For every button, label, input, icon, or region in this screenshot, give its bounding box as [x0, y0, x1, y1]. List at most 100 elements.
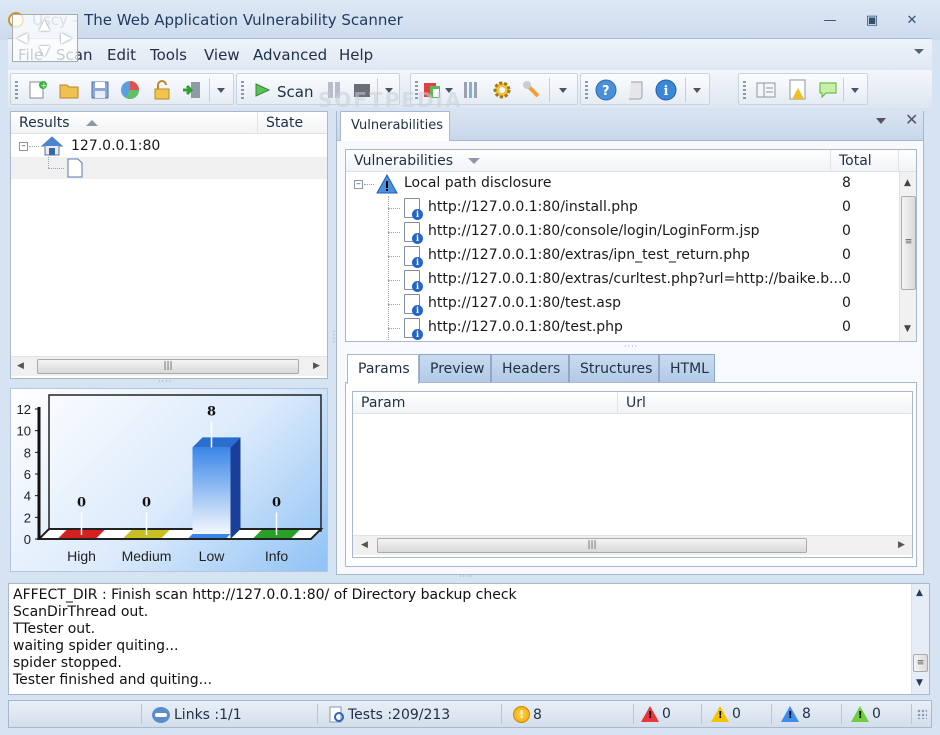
tab-structures[interactable]: Structures: [569, 354, 659, 383]
toolbar-overflow-dropdown[interactable]: [693, 88, 701, 93]
about-button[interactable]: i: [655, 79, 677, 101]
tree-node-document[interactable]: [11, 157, 327, 179]
script-icon: [629, 81, 643, 100]
vulnerability-url-row[interactable]: i http://127.0.0.1:80/test.asp 0: [346, 292, 900, 316]
total-column-header[interactable]: Total: [830, 150, 898, 172]
plugins-dropdown[interactable]: [445, 88, 453, 93]
menu-overflow-icon[interactable]: [914, 49, 924, 54]
toolbar-overflow-dropdown[interactable]: [385, 88, 393, 93]
scroll-down-icon[interactable]: ▼: [916, 678, 923, 688]
vulnerability-url-row[interactable]: i http://127.0.0.1:80/test.php 0: [346, 316, 900, 340]
report-button[interactable]: [119, 79, 141, 101]
detail-splitter[interactable]: ····: [624, 342, 638, 351]
warning-report-button[interactable]: [787, 79, 809, 101]
menu-view[interactable]: View: [204, 46, 240, 64]
high-count: 0: [662, 706, 671, 722]
script-button[interactable]: [625, 79, 647, 101]
arrow-up-icon: ▲: [39, 17, 50, 33]
grip-handle[interactable]: [415, 81, 418, 99]
tree-connector: [388, 328, 400, 329]
pause-button[interactable]: [323, 79, 345, 101]
params-horizontal-scrollbar[interactable]: ◀ ||| ▶: [353, 535, 912, 555]
menu-advanced[interactable]: Advanced: [253, 46, 327, 64]
tab-html[interactable]: HTML: [659, 354, 715, 383]
tools-icon: [464, 82, 477, 98]
state-column-header[interactable]: State: [257, 112, 327, 134]
menu-tools[interactable]: Tools: [150, 46, 187, 64]
scroll-right-icon[interactable]: ▶: [313, 361, 320, 371]
panel-menu-icon[interactable]: [876, 118, 886, 124]
scrollbar-thumb[interactable]: ≡: [913, 654, 928, 672]
results-horizontal-scrollbar[interactable]: ◀ ||| ▶: [11, 356, 327, 376]
grip-handle[interactable]: [15, 81, 18, 99]
minimize-button[interactable]: —: [820, 13, 840, 29]
scroll-up-icon[interactable]: ▲: [916, 588, 923, 598]
scroll-right-icon[interactable]: ▶: [898, 540, 905, 550]
resize-grip[interactable]: [917, 709, 927, 719]
scrollbar-thumb[interactable]: |||: [377, 538, 807, 553]
menu-help[interactable]: Help: [339, 46, 373, 64]
scroll-down-icon[interactable]: ▼: [904, 324, 911, 334]
wrench-button[interactable]: [521, 79, 543, 101]
tab-preview[interactable]: Preview: [419, 354, 491, 383]
status-separator: [771, 704, 772, 724]
tools-button[interactable]: [459, 79, 481, 101]
results-column-header[interactable]: Results: [11, 112, 257, 134]
info-document-icon: i: [404, 246, 423, 268]
toolbar-overflow-dropdown[interactable]: [217, 88, 225, 93]
warning-icon: [376, 174, 398, 194]
vulnerability-url-row[interactable]: i http://127.0.0.1:80/install.php 0: [346, 196, 900, 220]
results-panel: Results State – 127.0.0.1:80 ◀ ||| ▶: [10, 111, 328, 379]
lock-button[interactable]: [151, 79, 173, 101]
scrollbar-thumb[interactable]: |||: [37, 359, 299, 374]
vulnerabilities-vertical-scrollbar[interactable]: ▲ ≡ ▼: [899, 172, 916, 341]
layout-button[interactable]: [755, 79, 777, 101]
horizontal-splitter[interactable]: ····: [158, 377, 172, 386]
maximize-button[interactable]: ▣: [862, 13, 882, 29]
toolbar-group-tools: [410, 73, 578, 105]
log-splitter[interactable]: ····: [459, 572, 473, 581]
scroll-left-icon[interactable]: ◀: [17, 361, 24, 371]
vulnerability-url-row[interactable]: i http://127.0.0.1:80/extras/curltest.ph…: [346, 268, 900, 292]
scrollbar-thumb[interactable]: ≡: [901, 196, 916, 290]
import-button[interactable]: [181, 79, 203, 101]
settings-button[interactable]: [491, 79, 513, 101]
status-separator: [317, 704, 318, 724]
log-output[interactable]: AFFECT_DIR : Finish scan http://127.0.0.…: [8, 583, 930, 695]
param-column-header[interactable]: Param: [353, 392, 617, 414]
save-button[interactable]: [89, 79, 111, 101]
open-button[interactable]: [58, 79, 80, 101]
stop-button[interactable]: [351, 79, 373, 101]
close-button[interactable]: ✕: [902, 13, 922, 29]
grip-handle[interactable]: [585, 81, 588, 99]
comment-button[interactable]: [817, 79, 839, 101]
plugins-button[interactable]: [423, 79, 445, 101]
vulnerability-url-row[interactable]: i http://127.0.0.1:80/console/login/Logi…: [346, 220, 900, 244]
scroll-left-icon[interactable]: ◀: [361, 540, 368, 550]
tree-node-host[interactable]: – 127.0.0.1:80: [11, 135, 327, 157]
scroll-up-icon[interactable]: ▲: [904, 178, 911, 188]
vulnerability-group-row[interactable]: – Local path disclosure 8: [346, 172, 900, 196]
vulnerabilities-column-header[interactable]: Vulnerabilities: [346, 150, 830, 172]
log-vertical-scrollbar[interactable]: ▲ ≡ ▼: [911, 584, 929, 694]
toolbar-overflow-dropdown[interactable]: [559, 88, 567, 93]
url-column-header[interactable]: Url: [617, 392, 912, 414]
vulnerability-url-row[interactable]: i http://127.0.0.1:80/extras/ipn_test_re…: [346, 244, 900, 268]
help-button[interactable]: ?: [595, 79, 617, 101]
params-grid: Param Url ◀ ||| ▶: [352, 391, 913, 558]
tab-vulnerabilities[interactable]: Vulnerabilities: [340, 111, 450, 141]
new-button[interactable]: +: [27, 79, 49, 101]
scan-button[interactable]: [251, 79, 273, 101]
grip-handle[interactable]: [241, 81, 244, 99]
tab-params[interactable]: Params: [347, 354, 419, 384]
data-label-medium: 0: [142, 496, 151, 511]
grip-handle[interactable]: [743, 81, 746, 99]
url-header-label: Url: [626, 395, 646, 411]
toolbar-overflow-dropdown[interactable]: [851, 88, 859, 93]
tab-headers[interactable]: Headers: [491, 354, 569, 383]
panel-close-icon[interactable]: ✕: [905, 110, 918, 129]
collapse-toggle-icon[interactable]: –: [19, 142, 28, 151]
collapse-toggle-icon[interactable]: –: [354, 180, 363, 189]
scan-label[interactable]: Scan: [277, 83, 313, 101]
menu-edit[interactable]: Edit: [107, 46, 136, 64]
